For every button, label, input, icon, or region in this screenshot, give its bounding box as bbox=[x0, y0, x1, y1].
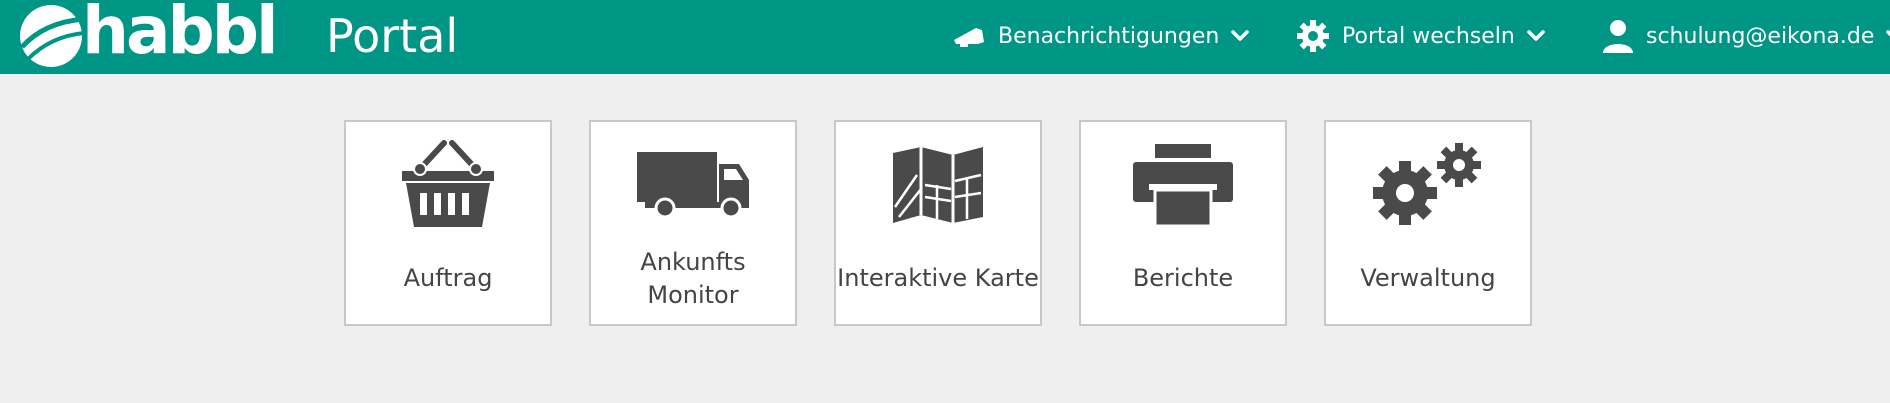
logo-text: habbl bbox=[82, 0, 279, 69]
tile-interaktive-karte[interactable]: Interaktive Karte bbox=[834, 120, 1042, 326]
user-icon bbox=[1603, 20, 1633, 53]
tile-label: Interaktive Karte bbox=[837, 264, 1039, 292]
tile-label-line2: Monitor bbox=[647, 281, 739, 309]
tile-label: Ankunfts Monitor bbox=[591, 246, 795, 312]
logo-leaf-icon bbox=[20, 5, 85, 67]
user-email-label: schulung@eikona.de bbox=[1646, 23, 1875, 49]
tile-label: Verwaltung bbox=[1360, 264, 1496, 292]
tile-auftrag[interactable]: Auftrag bbox=[344, 120, 552, 326]
tile-label: Berichte bbox=[1132, 264, 1234, 292]
tile-verwaltung[interactable]: Verwaltung bbox=[1324, 120, 1532, 326]
megaphone-icon bbox=[954, 28, 984, 47]
truck-icon bbox=[637, 152, 749, 219]
gears-icon bbox=[1373, 143, 1481, 225]
user-menu[interactable]: schulung@eikona.de bbox=[1602, 16, 1890, 56]
tile-label: Auftrag bbox=[403, 264, 493, 292]
tile-ankunfts-monitor[interactable]: Ankunfts Monitor bbox=[589, 120, 797, 326]
switch-portal-label: Portal wechseln bbox=[1342, 23, 1515, 49]
notifications-label: Benachrichtigungen bbox=[998, 23, 1220, 49]
map-icon bbox=[893, 147, 983, 223]
tile-berichte[interactable]: Berichte bbox=[1079, 120, 1287, 326]
basket-icon bbox=[402, 140, 494, 227]
switch-portal-menu[interactable]: Portal wechseln bbox=[1296, 16, 1545, 56]
top-navigation-bar: habbl Portal Benachrichtigungen Portal w… bbox=[0, 0, 1890, 74]
tile-label-line1: Ankunfts bbox=[640, 248, 746, 276]
notifications-menu[interactable]: Benachrichtigungen bbox=[952, 16, 1250, 56]
gear-icon bbox=[1297, 20, 1329, 52]
chevron-down-icon bbox=[1527, 30, 1545, 41]
app-tiles: Auftrag Ankunfts Monitor Interaktive Kar… bbox=[344, 120, 1569, 326]
chevron-down-icon bbox=[1231, 30, 1250, 41]
habbl-logo[interactable]: habbl bbox=[18, 0, 279, 67]
printer-icon bbox=[1133, 144, 1233, 228]
chevron-down-icon bbox=[1886, 30, 1890, 37]
page-title: Portal bbox=[326, 9, 459, 63]
